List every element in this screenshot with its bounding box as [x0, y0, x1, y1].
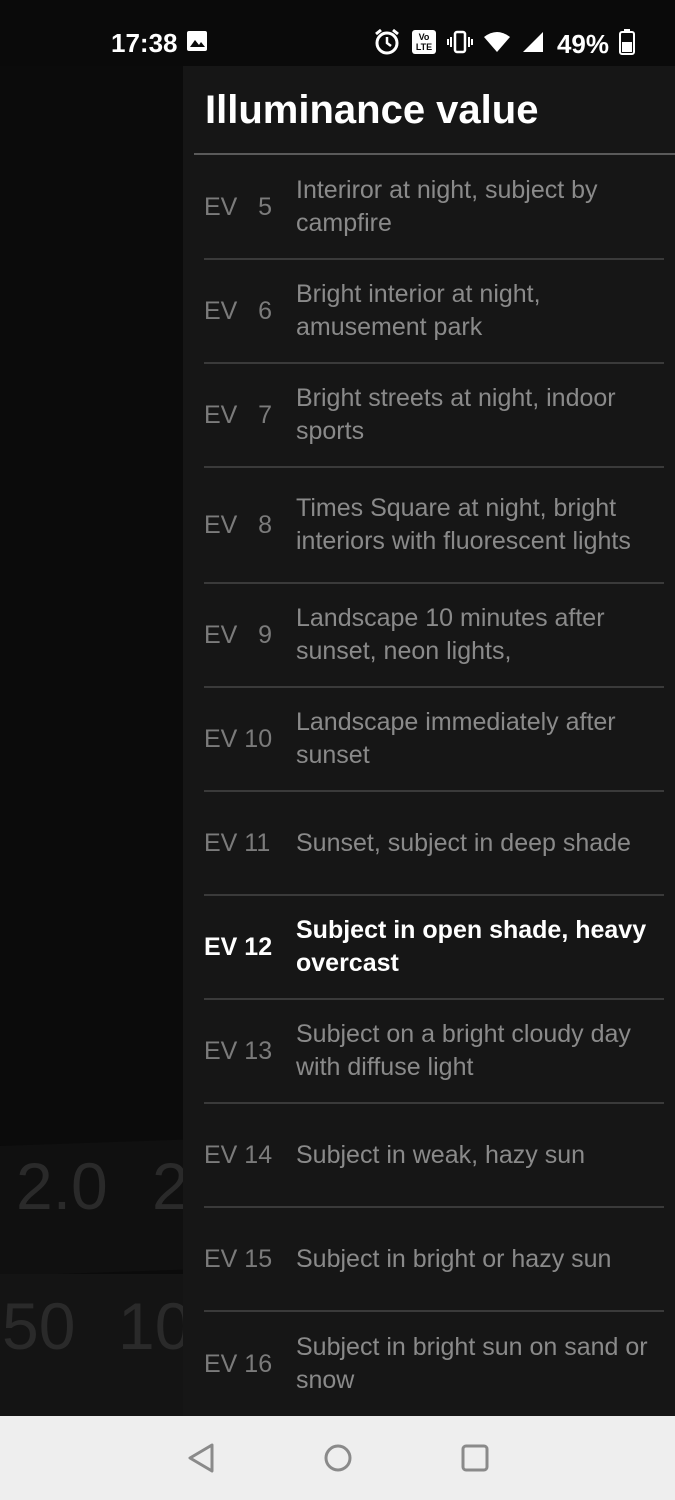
- ev-description: Landscape 10 minutes after sunset, neon …: [296, 604, 605, 665]
- ev-description: Subject in bright sun on sand or snow: [296, 1333, 648, 1394]
- illuminance-drawer: Illuminance value EV 5 Interiror at nigh…: [183, 66, 675, 1416]
- ev-list-item[interactable]: EV 7 Bright streets at night, indoor spo…: [204, 364, 664, 468]
- svg-text:LTE: LTE: [416, 42, 432, 52]
- ev-label: EV 10: [204, 724, 273, 753]
- ev-description: Bright interior at night, amusement park: [296, 280, 541, 341]
- drawer-title: Illuminance value: [205, 88, 539, 132]
- vibrate-icon: [446, 29, 473, 60]
- ev-list-item[interactable]: EV 9 Landscape 10 minutes after sunset, …: [204, 584, 664, 688]
- ev-label: EV 13: [204, 1036, 273, 1065]
- ev-label: EV 7: [204, 400, 273, 429]
- ev-label: EV 8: [204, 510, 273, 539]
- ev-label: EV 6: [204, 296, 273, 325]
- ev-list-item[interactable]: EV 8 Times Square at night, bright inter…: [204, 468, 664, 584]
- ev-list: EV 5 Interiror at night, subject by camp…: [183, 156, 675, 1416]
- ev-list-item[interactable]: EV 5 Interiror at night, subject by camp…: [204, 156, 664, 260]
- ev-description: Times Square at night, bright interiors …: [296, 494, 631, 555]
- shutter-value: 50: [2, 1289, 76, 1363]
- wifi-icon: [483, 30, 511, 59]
- ev-description: Interiror at night, subject by campfire: [296, 176, 598, 237]
- volte-icon: Vo LTE: [411, 29, 437, 60]
- ev-list-item[interactable]: EV 11 Sunset, subject in deep shade: [204, 792, 664, 896]
- alarm-icon: [373, 28, 401, 61]
- navigation-bar: [0, 1416, 675, 1500]
- ev-label: EV 11: [204, 828, 271, 857]
- shutter-value: 10: [118, 1289, 183, 1363]
- ev-list-item[interactable]: EV 6 Bright interior at night, amusement…: [204, 260, 664, 364]
- image-icon: [186, 30, 208, 57]
- back-icon[interactable]: [186, 1442, 216, 1479]
- battery-icon: [619, 29, 635, 60]
- aperture-value: 2.0: [16, 1149, 108, 1223]
- home-icon[interactable]: [322, 1442, 354, 1479]
- ev-description: Subject in bright or hazy sun: [296, 1244, 612, 1273]
- screen: 17:38 Vo LTE 49% 2.0 2 50 10 Illuminance…: [0, 0, 675, 1500]
- background-app: 2.0 2 50 10: [0, 66, 183, 1416]
- svg-text:Vo: Vo: [419, 32, 430, 42]
- battery-percent: 49%: [556, 29, 609, 59]
- ev-list-item[interactable]: EV 16 Subject in bright sun on sand or s…: [204, 1312, 664, 1416]
- ev-label: EV 12: [204, 932, 273, 961]
- ev-list-item[interactable]: EV 14 Subject in weak, hazy sun: [204, 1104, 664, 1208]
- ev-list-item-selected[interactable]: EV 12 Subject in open shade, heavy overc…: [204, 896, 664, 1000]
- ev-label: EV 16: [204, 1349, 273, 1378]
- aperture-value: 2: [152, 1149, 183, 1223]
- ev-description: Subject on a bright cloudy day with diff…: [296, 1020, 631, 1081]
- recents-icon[interactable]: [459, 1442, 491, 1479]
- ev-label: EV 15: [204, 1244, 273, 1273]
- ev-description: Sunset, subject in deep shade: [296, 828, 631, 857]
- ev-description: Subject in open shade, heavy overcast: [296, 916, 647, 977]
- ev-list-item[interactable]: EV 13 Subject on a bright cloudy day wit…: [204, 1000, 664, 1104]
- ev-description: Landscape immediately after sunset: [296, 708, 616, 769]
- ev-description: Subject in weak, hazy sun: [296, 1140, 586, 1169]
- signal-icon: [521, 30, 545, 59]
- title-divider: [194, 153, 675, 155]
- status-time: 17:38: [111, 28, 178, 58]
- ev-description: Bright streets at night, indoor sports: [296, 384, 616, 445]
- ev-label: EV 5: [204, 192, 273, 221]
- ev-list-item[interactable]: EV 10 Landscape immediately after sunset: [204, 688, 664, 792]
- status-icons: Vo LTE 49%: [373, 28, 635, 61]
- ev-label: EV 9: [204, 620, 273, 649]
- ev-label: EV 14: [204, 1140, 273, 1169]
- ev-list-item[interactable]: EV 15 Subject in bright or hazy sun: [204, 1208, 664, 1312]
